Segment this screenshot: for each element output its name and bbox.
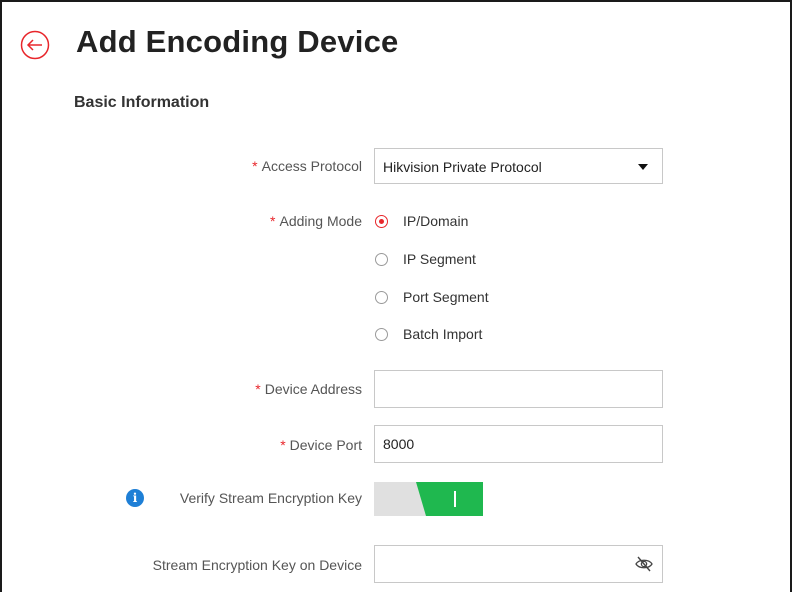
radio-port-segment[interactable]: Port Segment [375, 287, 489, 307]
required-mark: * [270, 213, 276, 229]
access-protocol-value: Hikvision Private Protocol [383, 159, 542, 175]
back-button[interactable] [20, 30, 50, 60]
back-arrow-icon [20, 30, 50, 60]
verify-key-toggle[interactable] [374, 482, 483, 516]
radio-button[interactable] [375, 327, 388, 341]
required-mark: * [280, 437, 286, 453]
info-icon[interactable]: i [126, 489, 144, 507]
verify-key-label: Verify Stream Encryption Key [179, 490, 362, 506]
radio-button[interactable] [375, 290, 388, 304]
device-port-input[interactable] [374, 425, 663, 463]
eye-hidden-icon[interactable] [634, 555, 654, 573]
access-protocol-label: * Access Protocol [252, 158, 362, 174]
device-address-label: * Device Address [255, 381, 362, 397]
radio-label: Port Segment [403, 289, 489, 305]
required-mark: * [252, 158, 258, 174]
radio-ip-segment[interactable]: IP Segment [375, 249, 476, 269]
radio-label: IP/Domain [403, 213, 469, 229]
toggle-graphic [374, 482, 483, 516]
stream-key-input[interactable] [374, 545, 663, 583]
radio-label: Batch Import [403, 326, 483, 342]
radio-ip-domain[interactable]: IP/Domain [375, 211, 468, 231]
required-mark: * [255, 381, 261, 397]
radio-button[interactable] [375, 252, 388, 266]
access-protocol-select[interactable]: Hikvision Private Protocol [374, 148, 663, 184]
device-address-input[interactable] [374, 370, 663, 408]
radio-batch-import[interactable]: Batch Import [375, 324, 482, 344]
page-title: Add Encoding Device [76, 24, 399, 59]
device-port-label: * Device Port [280, 437, 362, 453]
radio-button-checked[interactable] [375, 214, 388, 228]
caret-down-icon [638, 164, 648, 170]
adding-mode-label: * Adding Mode [270, 213, 362, 229]
radio-label: IP Segment [403, 251, 476, 267]
section-title: Basic Information [74, 94, 210, 111]
stream-key-label: Stream Encryption Key on Device [152, 557, 362, 573]
